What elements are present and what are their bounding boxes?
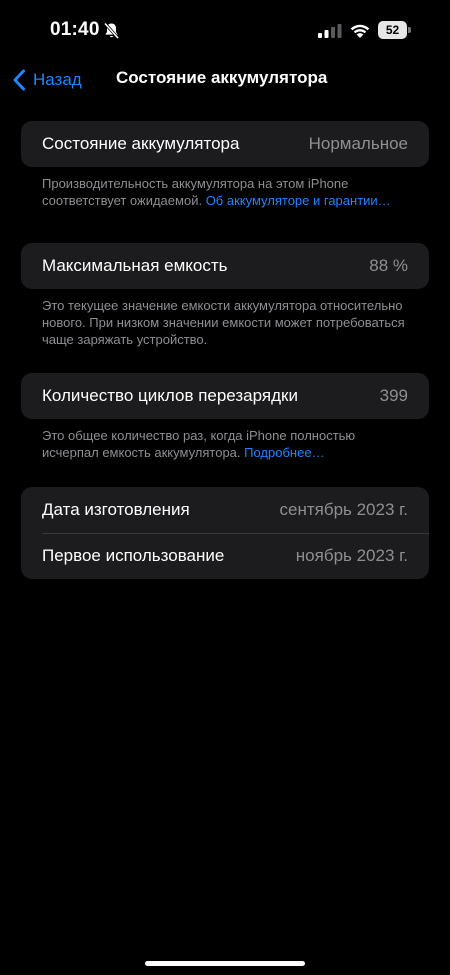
max-capacity-value: 88 % <box>369 256 408 275</box>
cycle-count-footer: Это общее количество раз, когда iPhone п… <box>21 419 429 487</box>
max-capacity-label: Максимальная емкость <box>42 256 228 275</box>
manufacture-date-row: Дата изготовления сентябрь 2023 г. <box>21 487 429 533</box>
status-bar: 01:40 52 <box>0 0 450 60</box>
learn-more-link[interactable]: Подробнее… <box>244 445 324 460</box>
back-button[interactable]: Назад <box>12 66 82 94</box>
status-time: 01:40 <box>50 19 100 40</box>
manufacture-date-label: Дата изготовления <box>42 500 190 519</box>
battery-cap <box>408 27 411 33</box>
battery-health-value: Нормальное <box>308 134 408 153</box>
first-use-row: Первое использование ноябрь 2023 г. <box>21 533 429 579</box>
chevron-left-icon <box>13 69 25 91</box>
nav-bar: Назад Состояние аккумулятора <box>0 60 450 100</box>
first-use-label: Первое использование <box>42 546 225 565</box>
battery-level: 52 <box>378 21 407 39</box>
max-capacity-row: Максимальная емкость 88 % <box>21 243 429 289</box>
dates-group: Дата изготовления сентябрь 2023 г. Перво… <box>21 487 429 579</box>
max-capacity-footer: Это текущее значение емкости аккумулятор… <box>21 289 429 373</box>
home-indicator[interactable] <box>145 961 305 966</box>
back-label: Назад <box>33 70 82 89</box>
wifi-icon <box>350 24 370 38</box>
settings-content: Состояние аккумулятора Нормальное Произв… <box>21 121 429 579</box>
cycle-count-group: Количество циклов перезарядки 399 <box>21 373 429 419</box>
battery-health-group: Состояние аккумулятора Нормальное <box>21 121 429 167</box>
battery-warranty-link[interactable]: Об аккумуляторе и гарантии… <box>206 193 391 208</box>
battery-health-row: Состояние аккумулятора Нормальное <box>21 121 429 167</box>
cycle-count-row: Количество циклов перезарядки 399 <box>21 373 429 419</box>
battery-health-footer: Производительность аккумулятора на этом … <box>21 167 429 243</box>
cycle-count-label: Количество циклов перезарядки <box>42 386 298 405</box>
battery-icon: 52 <box>378 21 412 39</box>
first-use-value: ноябрь 2023 г. <box>295 546 408 565</box>
page-title: Состояние аккумулятора <box>116 68 328 87</box>
bell-off-icon <box>103 22 120 40</box>
max-capacity-footer-text: Это текущее значение емкости аккумулятор… <box>42 298 405 347</box>
manufacture-date-value: сентябрь 2023 г. <box>279 500 409 519</box>
battery-health-label: Состояние аккумулятора <box>42 134 240 153</box>
cycle-count-value: 399 <box>379 386 408 405</box>
signal-icon <box>318 24 342 38</box>
max-capacity-group: Максимальная емкость 88 % <box>21 243 429 289</box>
